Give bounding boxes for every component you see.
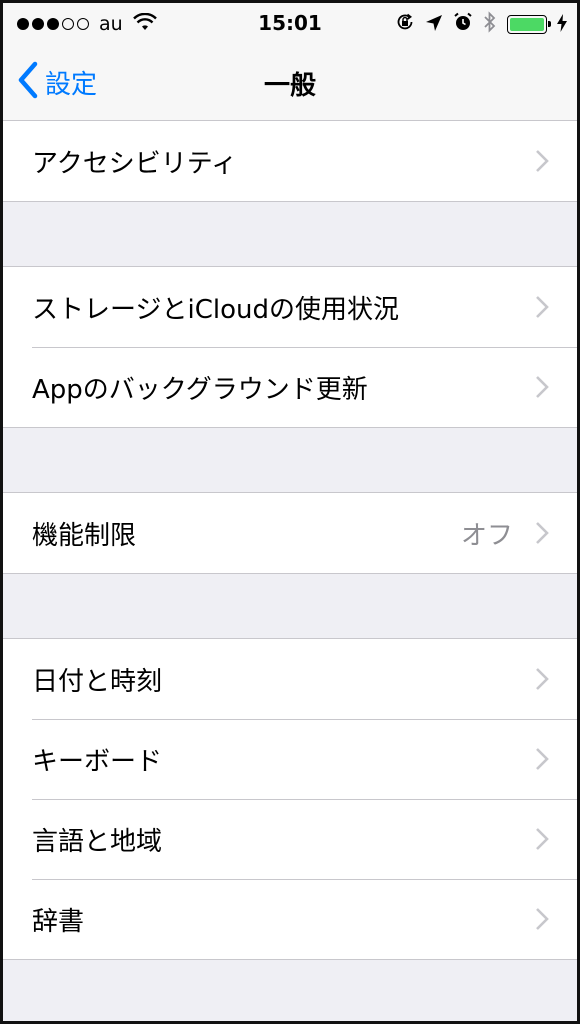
settings-group: 日付と時刻 キーボード 言語と地域 辞書 bbox=[3, 638, 577, 960]
chevron-right-icon bbox=[535, 375, 549, 403]
bluetooth-icon bbox=[483, 11, 497, 38]
settings-group: アクセシビリティ bbox=[3, 121, 577, 202]
navigation-bar: 設定 一般 bbox=[3, 43, 577, 121]
row-label: アクセシビリティ bbox=[32, 148, 238, 179]
row-storage-icloud-usage[interactable]: ストレージとiCloudの使用状況 bbox=[3, 267, 577, 347]
chevron-right-icon bbox=[535, 295, 549, 323]
chevron-right-icon bbox=[535, 907, 549, 935]
chevron-right-icon bbox=[535, 521, 549, 549]
phone-screen: au 15:01 設定 一般 アクセシビリティ ストレージとiCloudの使用状… bbox=[0, 0, 580, 1024]
row-dictionary[interactable]: 辞書 bbox=[3, 879, 577, 959]
page-title: 一般 bbox=[263, 71, 316, 101]
chevron-right-icon bbox=[535, 667, 549, 695]
row-accessibility[interactable]: アクセシビリティ bbox=[3, 121, 577, 201]
row-date-time[interactable]: 日付と時刻 bbox=[3, 639, 577, 719]
row-restrictions[interactable]: 機能制限 オフ bbox=[3, 493, 577, 573]
row-language-region[interactable]: 言語と地域 bbox=[3, 799, 577, 879]
chevron-right-icon bbox=[535, 149, 549, 177]
row-label: 辞書 bbox=[32, 906, 85, 937]
row-label: 言語と地域 bbox=[32, 826, 163, 857]
alarm-icon bbox=[453, 12, 473, 37]
row-label: 機能制限 bbox=[32, 520, 137, 551]
battery-icon bbox=[507, 15, 551, 34]
settings-group: 機能制限 オフ bbox=[3, 492, 577, 574]
battery-level bbox=[510, 18, 544, 31]
row-label: Appのバックグラウンド更新 bbox=[32, 374, 368, 405]
orientation-lock-icon bbox=[395, 12, 415, 37]
row-background-app-refresh[interactable]: Appのバックグラウンド更新 bbox=[3, 347, 577, 427]
status-bar: au 15:01 bbox=[3, 3, 577, 43]
chevron-right-icon bbox=[535, 827, 549, 855]
settings-group: ストレージとiCloudの使用状況 Appのバックグラウンド更新 bbox=[3, 266, 577, 428]
row-label: キーボード bbox=[32, 746, 163, 777]
chevron-right-icon bbox=[535, 747, 549, 775]
battery-tip bbox=[548, 21, 551, 27]
status-right bbox=[395, 11, 567, 38]
location-arrow-icon bbox=[425, 13, 443, 37]
row-label: 日付と時刻 bbox=[32, 666, 163, 697]
row-value: オフ bbox=[460, 520, 513, 551]
settings-list: アクセシビリティ ストレージとiCloudの使用状況 Appのバックグラウンド更… bbox=[3, 121, 577, 960]
charging-bolt-icon bbox=[557, 13, 567, 37]
row-keyboard[interactable]: キーボード bbox=[3, 719, 577, 799]
row-label: ストレージとiCloudの使用状況 bbox=[32, 294, 399, 325]
